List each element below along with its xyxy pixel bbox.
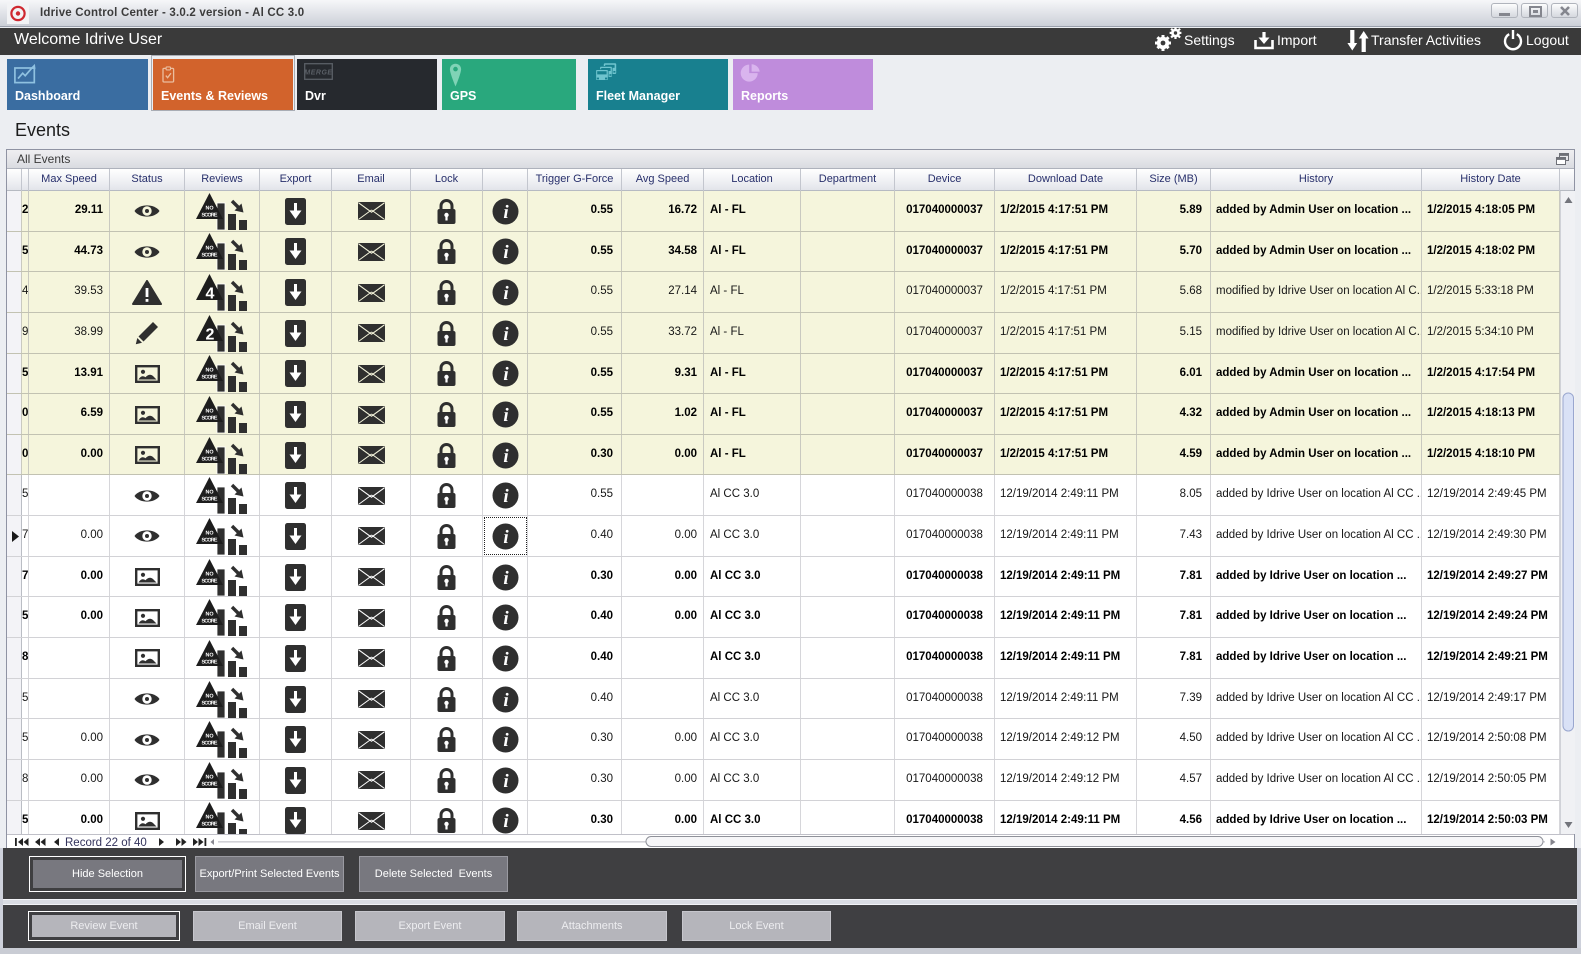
svg-text:NO: NO — [205, 409, 213, 415]
svg-text:i: i — [503, 568, 509, 589]
svg-text:NO: NO — [205, 368, 213, 374]
svg-text:SCORE: SCORE — [202, 456, 218, 462]
svg-text:2: 2 — [206, 326, 215, 343]
svg-text:SCORE: SCORE — [202, 781, 218, 787]
svg-text:i: i — [503, 202, 509, 223]
svg-text:SCORE: SCORE — [202, 700, 218, 706]
svg-text:i: i — [503, 364, 509, 385]
svg-text:SCORE: SCORE — [202, 212, 218, 218]
svg-text:i: i — [503, 771, 509, 792]
svg-text:SCORE: SCORE — [202, 741, 218, 747]
svg-text:SCORE: SCORE — [202, 537, 218, 543]
svg-text:NO: NO — [205, 612, 213, 618]
svg-text:i: i — [503, 446, 509, 467]
svg-text:SCORE: SCORE — [202, 375, 218, 381]
svg-text:SCORE: SCORE — [202, 822, 218, 828]
svg-text:NO: NO — [205, 449, 213, 455]
svg-text:i: i — [503, 811, 509, 832]
svg-text:i: i — [503, 283, 509, 304]
svg-text:i: i — [503, 242, 509, 263]
svg-text:i: i — [503, 649, 509, 670]
svg-text:NO: NO — [205, 205, 213, 211]
svg-text:SCORE: SCORE — [202, 578, 218, 584]
svg-text:i: i — [503, 486, 509, 507]
svg-text:NO: NO — [205, 490, 213, 496]
svg-text:NO: NO — [205, 530, 213, 536]
svg-text:i: i — [503, 690, 509, 711]
svg-text:SCORE: SCORE — [202, 416, 218, 422]
svg-text:SCORE: SCORE — [202, 497, 218, 503]
svg-text:i: i — [503, 527, 509, 548]
svg-text:NO: NO — [205, 734, 213, 740]
svg-text:NO: NO — [205, 693, 213, 699]
svg-text:4: 4 — [206, 286, 215, 303]
svg-text:NO: NO — [205, 774, 213, 780]
svg-text:SCORE: SCORE — [202, 253, 218, 259]
svg-text:i: i — [503, 324, 509, 345]
svg-text:i: i — [503, 730, 509, 751]
svg-text:i: i — [503, 608, 509, 629]
svg-text:NO: NO — [205, 652, 213, 658]
svg-text:NO: NO — [205, 246, 213, 252]
svg-text:NO: NO — [205, 571, 213, 577]
svg-text:i: i — [503, 405, 509, 426]
svg-text:MERGE: MERGE — [304, 70, 332, 77]
svg-text:SCORE: SCORE — [202, 659, 218, 665]
svg-text:NO: NO — [205, 815, 213, 821]
svg-text:SCORE: SCORE — [202, 619, 218, 625]
